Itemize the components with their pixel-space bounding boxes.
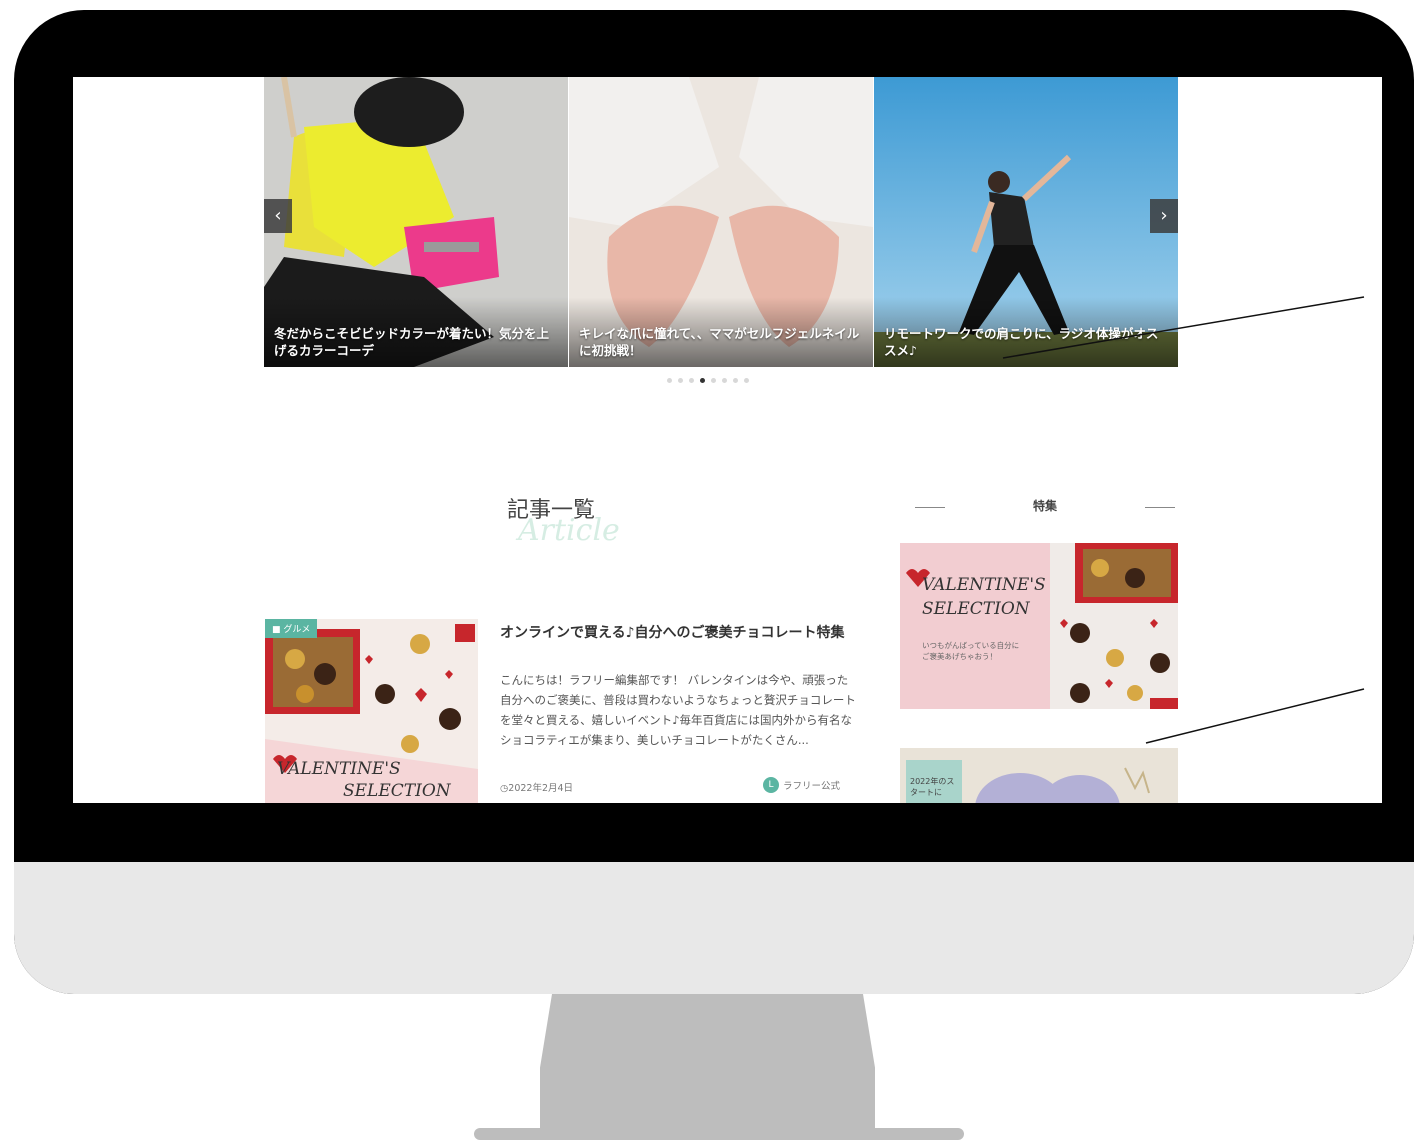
callout-lines: [1002, 296, 1365, 744]
monitor-stand: [540, 994, 875, 1129]
callout-line-2: [1145, 688, 1365, 744]
monitor-stand-base: [474, 1128, 964, 1140]
callout-line-1: [1002, 296, 1365, 359]
